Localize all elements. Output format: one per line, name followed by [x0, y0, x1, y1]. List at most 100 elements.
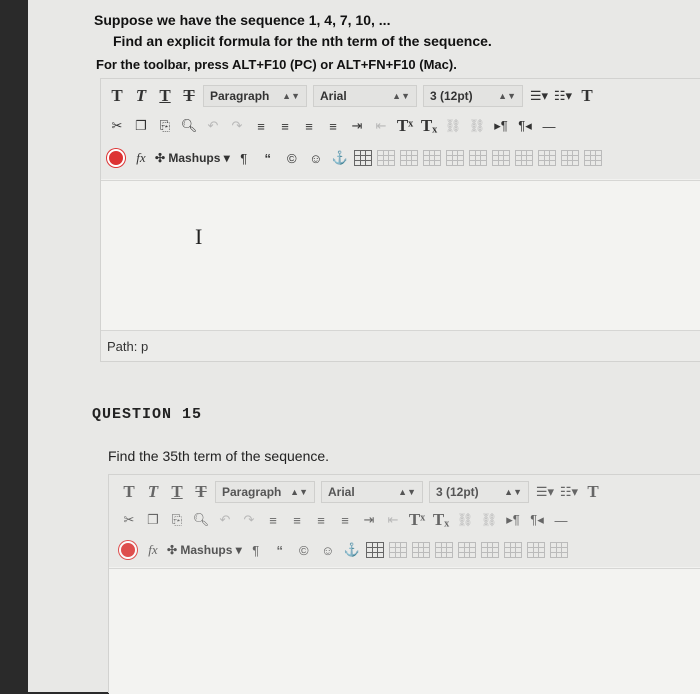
find-icon[interactable]: 🔍︎	[179, 115, 199, 137]
cut-icon[interactable]: ✂	[107, 115, 127, 137]
mashups-button[interactable]: ✣ Mashups ▾	[155, 147, 230, 169]
copyright-icon[interactable]: ©	[282, 147, 302, 169]
text-style-bold-icon[interactable]: T	[107, 85, 127, 107]
anchor-icon[interactable]: ⚓	[342, 539, 362, 561]
insert-table-icon[interactable]	[353, 150, 372, 166]
table-merge-icon[interactable]	[537, 150, 556, 166]
align-right-icon[interactable]: ≡	[299, 115, 319, 137]
unlink-icon[interactable]: ⛓	[467, 115, 487, 137]
text-color-icon[interactable]: T	[577, 85, 597, 107]
undo-icon[interactable]: ↶	[203, 115, 223, 137]
superscript-icon[interactable]: Tˣ	[395, 115, 415, 137]
outdent-icon[interactable]: ⇤	[371, 115, 391, 137]
text-style-underline-icon[interactable]: T	[167, 481, 187, 503]
table-row-after-icon[interactable]	[411, 542, 430, 558]
align-justify-icon[interactable]: ≡	[335, 509, 355, 531]
copyright-icon[interactable]: ©	[294, 539, 314, 561]
redo-icon[interactable]: ↷	[239, 509, 259, 531]
pilcrow-icon[interactable]: ¶	[246, 539, 266, 561]
link-icon[interactable]: ⛓	[455, 509, 475, 531]
formula-icon[interactable]: fx	[143, 539, 163, 561]
bullet-list-icon[interactable]: ☰▾	[529, 85, 549, 107]
align-left-icon[interactable]: ≡	[263, 509, 283, 531]
cut-icon[interactable]: ✂	[119, 509, 139, 531]
text-style-underline-icon[interactable]: T	[155, 85, 175, 107]
subscript-icon[interactable]: Tₓ	[431, 509, 451, 531]
table-cell-props-icon[interactable]	[583, 150, 602, 166]
table-split-icon[interactable]	[514, 150, 533, 166]
copy-icon[interactable]: ❐	[131, 115, 151, 137]
table-delete-row-icon[interactable]	[480, 542, 499, 558]
table-delete-col-icon[interactable]	[491, 150, 510, 166]
anchor-icon[interactable]: ⚓	[330, 147, 350, 169]
font-size-select[interactable]: 3 (12pt) ▲▼	[429, 481, 529, 503]
table-props-icon[interactable]	[560, 150, 579, 166]
format-select[interactable]: Paragraph ▲▼	[203, 85, 307, 107]
numbered-list-icon[interactable]: ☷▾	[559, 481, 579, 503]
table-merge-icon[interactable]	[549, 542, 568, 558]
ltr-icon[interactable]: ▸¶	[491, 115, 511, 137]
font-family-select[interactable]: Arial ▲▼	[321, 481, 423, 503]
align-center-icon[interactable]: ≡	[287, 509, 307, 531]
emoticon-icon[interactable]: ☺	[306, 147, 326, 169]
horizontal-rule-icon[interactable]: —	[539, 115, 559, 137]
blockquote-icon[interactable]: “	[270, 539, 290, 561]
insert-table-icon[interactable]	[365, 542, 384, 558]
copy-icon[interactable]: ❐	[143, 509, 163, 531]
table-col-after-icon[interactable]	[457, 542, 476, 558]
font-family-select[interactable]: Arial ▲▼	[313, 85, 417, 107]
table-col-after-icon[interactable]	[445, 150, 464, 166]
horizontal-rule-icon[interactable]: —	[551, 509, 571, 531]
link-icon[interactable]: ⛓	[443, 115, 463, 137]
format-select[interactable]: Paragraph ▲▼	[215, 481, 315, 503]
table-delete-row-icon[interactable]	[468, 150, 487, 166]
align-left-icon[interactable]: ≡	[251, 115, 271, 137]
editor-toolbar-2: T T T T Paragraph ▲▼ Arial ▲▼ 3 (12pt) ▲▼ ☰…	[109, 475, 700, 567]
rtl-icon[interactable]: ¶◂	[515, 115, 535, 137]
align-justify-icon[interactable]: ≡	[323, 115, 343, 137]
table-row-before-icon[interactable]	[388, 542, 407, 558]
select-arrow-icon: ▲▼	[398, 487, 416, 497]
text-style-italic-icon[interactable]: T	[143, 481, 163, 503]
text-style-bold-icon[interactable]: T	[119, 481, 139, 503]
indent-icon[interactable]: ⇥	[359, 509, 379, 531]
align-right-icon[interactable]: ≡	[311, 509, 331, 531]
ltr-icon[interactable]: ▸¶	[503, 509, 523, 531]
font-size-select[interactable]: 3 (12pt) ▲▼	[423, 85, 523, 107]
text-style-italic-icon[interactable]: T	[131, 85, 151, 107]
indent-icon[interactable]: ⇥	[347, 115, 367, 137]
subscript-icon[interactable]: Tₓ	[419, 115, 439, 137]
table-delete-col-icon[interactable]	[503, 542, 522, 558]
text-style-strikethrough-icon[interactable]: T	[179, 85, 199, 107]
text-color-icon[interactable]: T	[583, 481, 603, 503]
table-row-before-icon[interactable]	[376, 150, 395, 166]
bullet-list-icon[interactable]: ☰▾	[535, 481, 555, 503]
paste-icon[interactable]: ⎘	[167, 509, 187, 531]
redo-icon[interactable]: ↷	[227, 115, 247, 137]
rtl-icon[interactable]: ¶◂	[527, 509, 547, 531]
mashups-button[interactable]: ✣ Mashups ▾	[167, 539, 242, 561]
outdent-icon[interactable]: ⇤	[383, 509, 403, 531]
paste-icon[interactable]: ⎘	[155, 115, 175, 137]
table-col-before-icon[interactable]	[434, 542, 453, 558]
undo-icon[interactable]: ↶	[215, 509, 235, 531]
spellcheck-icon[interactable]	[119, 541, 137, 559]
superscript-icon[interactable]: Tˣ	[407, 509, 427, 531]
editor-text-area-1[interactable]	[101, 180, 700, 331]
align-center-icon[interactable]: ≡	[275, 115, 295, 137]
blockquote-icon[interactable]: “	[258, 147, 278, 169]
table-col-before-icon[interactable]	[422, 150, 441, 166]
select-arrow-icon: ▲▼	[392, 91, 410, 101]
unlink-icon[interactable]: ⛓	[479, 509, 499, 531]
text-style-strikethrough-icon[interactable]: T	[191, 481, 211, 503]
pilcrow-icon[interactable]: ¶	[234, 147, 254, 169]
table-split-icon[interactable]	[526, 542, 545, 558]
question-14-prompt: Suppose we have the sequence 1, 4, 7, 10…	[94, 12, 391, 28]
numbered-list-icon[interactable]: ☷▾	[553, 85, 573, 107]
editor-text-area-2[interactable]	[109, 568, 700, 694]
table-row-after-icon[interactable]	[399, 150, 418, 166]
find-icon[interactable]: 🔍︎	[191, 509, 211, 531]
formula-icon[interactable]: fx	[131, 147, 151, 169]
spellcheck-icon[interactable]	[107, 149, 125, 167]
emoticon-icon[interactable]: ☺	[318, 539, 338, 561]
